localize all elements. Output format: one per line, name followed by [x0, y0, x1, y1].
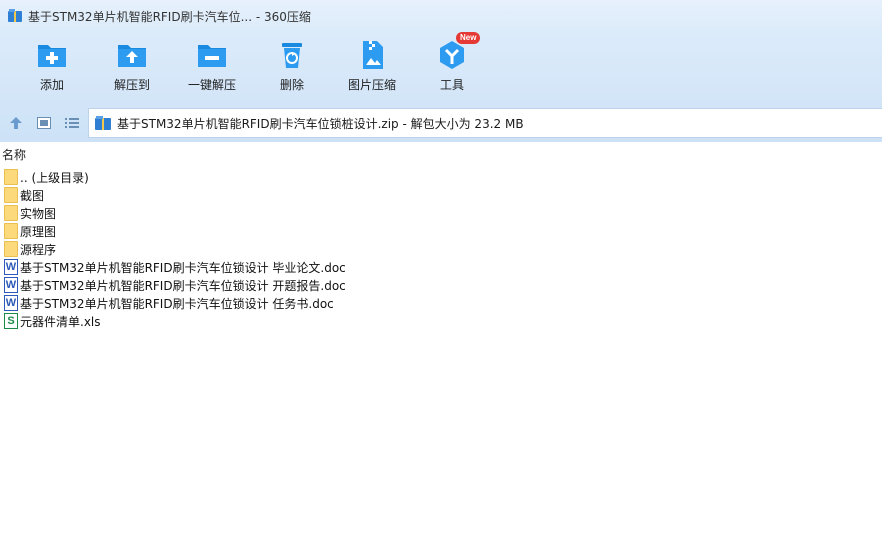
new-badge: New	[456, 32, 481, 44]
folder-icon	[4, 169, 18, 185]
extract-to-icon	[115, 38, 149, 72]
delete-label: 删除	[279, 78, 304, 92]
view-thumbnail-button[interactable]	[32, 111, 56, 135]
list-item-name: 基于STM32单片机智能RFID刷卡汽车位锁设计 开题报告.doc	[20, 278, 346, 293]
list-item-name: 截图	[20, 188, 45, 203]
list-item[interactable]: 实物图	[0, 204, 882, 222]
add-label: 添加	[39, 78, 64, 92]
view-list-button[interactable]	[60, 111, 84, 135]
recycle-bin-icon	[275, 38, 309, 72]
one-click-extract-icon	[195, 38, 229, 72]
list-item-name: .. (上级目录)	[20, 170, 89, 185]
title-bar: 基于STM32单片机智能RFID刷卡汽车位... - 360压缩	[0, 0, 882, 32]
extract-to-button[interactable]: 解压到	[92, 32, 172, 104]
word-doc-icon: W	[4, 277, 18, 293]
list-item-name: 原理图	[20, 224, 57, 239]
folder-icon	[4, 241, 18, 257]
image-compress-label: 图片压缩	[347, 78, 396, 92]
excel-sheet-icon: S	[4, 313, 18, 329]
list-item-name: 元器件清单.xls	[20, 314, 101, 329]
one-click-extract-label: 一键解压	[187, 78, 236, 92]
arrow-up-icon	[10, 117, 22, 129]
list-item-name: 基于STM32单片机智能RFID刷卡汽车位锁设计 毕业论文.doc	[20, 260, 346, 275]
360zip-app-icon	[8, 9, 22, 23]
address-bar: 基于STM32单片机智能RFID刷卡汽车位锁桩设计.zip - 解包大小为 23…	[0, 104, 882, 142]
list-item[interactable]: W 基于STM32单片机智能RFID刷卡汽车位锁设计 开题报告.doc	[0, 276, 882, 294]
image-compress-icon	[355, 38, 389, 72]
window-title: 基于STM32单片机智能RFID刷卡汽车位... - 360压缩	[28, 9, 311, 24]
list-item[interactable]: W 基于STM32单片机智能RFID刷卡汽车位锁设计 任务书.doc	[0, 294, 882, 312]
folder-icon	[4, 187, 18, 203]
column-header-name[interactable]: 名称	[0, 146, 882, 166]
list-item-parent-directory[interactable]: .. (上级目录)	[0, 168, 882, 186]
zip-archive-icon	[95, 116, 111, 130]
folder-icon	[4, 205, 18, 221]
list-item[interactable]: S 元器件清单.xls	[0, 312, 882, 330]
path-field[interactable]: 基于STM32单片机智能RFID刷卡汽车位锁桩设计.zip - 解包大小为 23…	[88, 108, 882, 138]
folder-icon	[4, 223, 18, 239]
add-button[interactable]: 添加	[12, 32, 92, 104]
word-doc-icon: W	[4, 259, 18, 275]
image-compress-button[interactable]: 图片压缩	[332, 32, 412, 104]
add-folder-icon	[35, 38, 69, 72]
list-view-icon	[65, 118, 79, 128]
word-doc-icon: W	[4, 295, 18, 311]
list-item[interactable]: 截图	[0, 186, 882, 204]
tools-label: 工具	[439, 78, 464, 92]
archive-path: 基于STM32单片机智能RFID刷卡汽车位锁桩设计.zip - 解包大小为 23…	[117, 116, 524, 131]
thumbnail-view-icon	[37, 117, 51, 129]
list-item[interactable]: 源程序	[0, 240, 882, 258]
extract-to-label: 解压到	[113, 78, 150, 92]
toolbar: 添加 解压到 一键解压 删除 图片压缩 New 工具	[0, 32, 882, 104]
delete-button[interactable]: 删除	[252, 32, 332, 104]
one-click-extract-button[interactable]: 一键解压	[172, 32, 252, 104]
tools-button[interactable]: New 工具	[412, 32, 492, 104]
up-level-button[interactable]	[4, 111, 28, 135]
list-item[interactable]: W 基于STM32单片机智能RFID刷卡汽车位锁设计 毕业论文.doc	[0, 258, 882, 276]
file-list: .. (上级目录) 截图 实物图 原理图 源程序 W 基于STM32单片机智能R…	[0, 168, 882, 330]
list-item[interactable]: 原理图	[0, 222, 882, 240]
list-item-name: 源程序	[20, 242, 57, 257]
list-item-name: 实物图	[20, 206, 57, 221]
list-item-name: 基于STM32单片机智能RFID刷卡汽车位锁设计 任务书.doc	[20, 296, 334, 311]
